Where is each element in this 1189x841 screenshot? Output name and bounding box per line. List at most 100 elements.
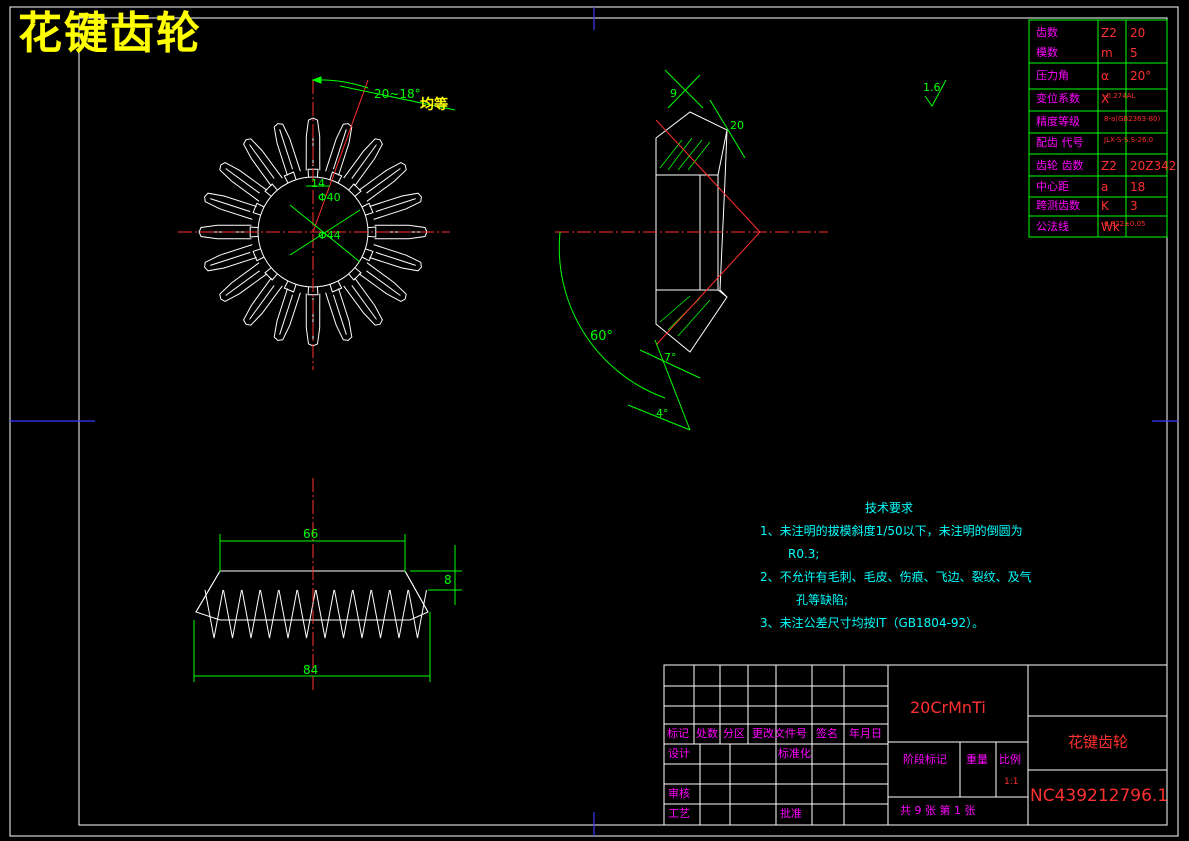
tb-sheets: 共 9 张 第 1 张 <box>900 804 976 817</box>
bottom-dimensions <box>193 534 462 682</box>
roughness-value: 1.6 <box>923 81 941 94</box>
param-value: 20Z342 <box>1130 159 1177 173</box>
dim-angle-top-suffix: 均等 <box>420 97 448 113</box>
param-symbol: Z2 <box>1101 159 1117 173</box>
param-symbol: α <box>1101 69 1109 83</box>
bottom-tooth <box>260 589 279 639</box>
gear-tooth-line <box>279 294 294 335</box>
tb-stage-mark: 阶段标记 <box>903 753 947 766</box>
tech-notes: 技术要求 1、未注明的拔模斜度1/50以下，未注明的倒圆为 R0.3; 2、不允… <box>760 497 1032 635</box>
dim-angle-4: 4° <box>656 407 669 420</box>
dim-bottom-66: 66 <box>303 527 319 541</box>
param-value: 20 <box>1130 26 1146 40</box>
tb-mark: 标记 <box>667 727 689 740</box>
dim-angle-7: 7° <box>664 351 677 364</box>
param-label: 齿轮 齿数 <box>1036 159 1084 172</box>
param-value: 5 <box>1130 46 1138 60</box>
param-label: 精度等级 <box>1036 115 1080 128</box>
gear-side-view <box>555 111 828 353</box>
spline-tooth <box>329 280 343 293</box>
bottom-tooth <box>204 589 224 639</box>
dim-bore-a: Φ40 <box>318 191 341 204</box>
tech-note-2b: 孔等缺陷; <box>796 593 849 607</box>
gear-tooth <box>369 244 422 272</box>
drawing-frame <box>9 6 1179 837</box>
dim-side-20: 20 <box>730 119 744 132</box>
gear-tooth <box>204 192 257 220</box>
param-symbol: K <box>1101 199 1109 213</box>
dim-bottom-8: 8 <box>444 573 452 587</box>
tech-note-1: 1、未注明的拔模斜度1/50以下，未注明的倒圆为 <box>760 524 1023 538</box>
bottom-tooth <box>278 589 298 639</box>
spline-tooth <box>283 171 297 184</box>
dim-angle-60: 60° <box>590 329 614 344</box>
param-value: 3 <box>1130 199 1138 213</box>
tb-standard: 标准化 <box>778 747 811 760</box>
param-symbol: m <box>1101 46 1113 60</box>
tb-approve: 批准 <box>780 807 802 820</box>
param-label: 公法线 <box>1036 220 1069 233</box>
param-label: 齿数 <box>1036 26 1058 39</box>
gear-tooth <box>204 244 257 272</box>
param-value: -0.274AL <box>1104 92 1136 100</box>
param-symbol: a <box>1101 180 1109 194</box>
spline-tooth <box>361 248 374 262</box>
param-symbol: Z2 <box>1101 26 1117 40</box>
tech-note-3: 3、未注公差尺寸均按IT（GB1804-92）。 <box>760 616 985 630</box>
param-value: 8-a(GB2363-80) <box>1104 115 1161 123</box>
gear-tooth <box>273 288 301 341</box>
gear-tooth <box>273 123 301 176</box>
gear-tooth-line <box>375 251 416 266</box>
gear-tooth <box>325 123 353 176</box>
param-label: 跨测齿数 <box>1036 199 1080 212</box>
bottom-tooth <box>241 589 261 639</box>
dim-bore-b: Φ44 <box>318 229 341 242</box>
gear-bottom-view <box>195 478 429 690</box>
spline-tooth <box>283 280 297 293</box>
tech-notes-title: 技术要求 <box>865 501 914 515</box>
side-dimensions <box>558 69 746 431</box>
dim-side-9: 9 <box>670 87 677 100</box>
tech-note-1b: R0.3; <box>788 547 820 561</box>
bottom-tooth <box>334 589 353 639</box>
drawing-title: 花键齿轮 <box>18 8 202 59</box>
bottom-tooth <box>389 589 409 639</box>
tech-note-2: 2、不允许有毛刺、毛皮、伤痕、飞边、裂纹、及气 <box>760 570 1032 584</box>
tb-date: 年月日 <box>849 727 882 740</box>
gear-tooth <box>369 192 422 220</box>
part-name: 花键齿轮 <box>1068 733 1129 751</box>
tb-scale-value: 1:1 <box>1004 777 1019 787</box>
material: 20CrMnTi <box>910 698 986 717</box>
tb-design: 设计 <box>668 747 690 760</box>
tb-zone: 分区 <box>723 727 745 740</box>
dim-angle-top: 20~18° <box>374 87 421 101</box>
tb-sign: 签名 <box>816 727 838 740</box>
tb-weight: 重量 <box>966 753 988 766</box>
gear-tooth-line <box>332 294 347 335</box>
param-value: 20° <box>1130 69 1152 83</box>
param-label: 中心距 <box>1036 180 1069 193</box>
tb-change-doc: 更改文件号 <box>752 727 807 740</box>
tb-process: 工艺 <box>668 807 690 820</box>
gear-tooth-line <box>279 129 294 170</box>
center-marks <box>10 7 1178 836</box>
dim-bottom-84: 84 <box>303 663 319 677</box>
param-label: 变位系数 <box>1036 92 1080 105</box>
gear-tooth-line <box>210 198 251 213</box>
bottom-tooth <box>371 589 390 639</box>
spline-tooth <box>252 202 265 216</box>
param-value: 18 <box>1130 180 1146 194</box>
param-label: 压力角 <box>1036 69 1069 82</box>
tb-scale: 比例 <box>999 753 1021 766</box>
spline-tooth <box>252 248 265 262</box>
spline-tooth <box>361 202 374 216</box>
tb-check: 审核 <box>668 787 690 800</box>
cad-drawing <box>9 6 1179 837</box>
param-value: 6.822±0.05 <box>1104 220 1146 228</box>
tb-count: 处数 <box>696 727 718 740</box>
gear-tooth <box>325 288 353 341</box>
param-label: 模数 <box>1036 46 1058 59</box>
gear-tooth-line <box>332 129 347 170</box>
drawing-number: NC439212796.1 <box>1030 786 1169 806</box>
bottom-tooth <box>352 589 372 639</box>
